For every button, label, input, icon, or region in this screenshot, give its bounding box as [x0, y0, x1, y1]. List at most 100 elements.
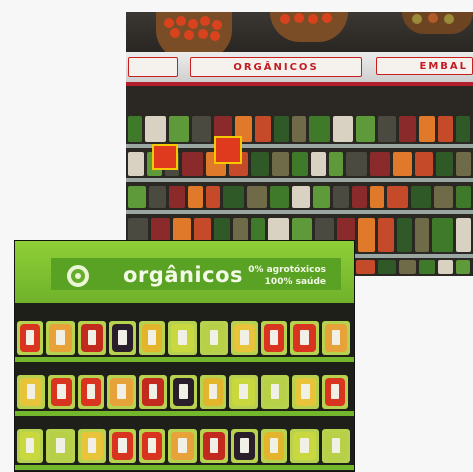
produce-tray [46, 429, 75, 463]
produce-tray [322, 429, 350, 463]
product-label [87, 383, 95, 399]
produce-package [128, 152, 144, 176]
produce-package [393, 152, 412, 176]
product-label [331, 329, 341, 345]
shelf-edge [126, 144, 473, 148]
product-label [56, 437, 65, 453]
product-label [300, 437, 309, 453]
produce-package [313, 186, 330, 208]
produce-package [456, 152, 471, 176]
product-label [57, 383, 66, 399]
produce-package [456, 186, 471, 208]
produce-tray [290, 321, 319, 355]
produce-package [356, 116, 375, 142]
produce-package [128, 116, 142, 142]
product-label [331, 437, 341, 453]
organics-header: orgânicos 0% agrotóxicos 100% saúde [15, 241, 354, 303]
produce-tray [231, 429, 258, 463]
produce-package [436, 152, 453, 176]
produce-package [329, 152, 343, 176]
produce-package [272, 152, 289, 176]
produce-package [358, 218, 375, 252]
produce-tray [109, 321, 136, 355]
produce-package [251, 152, 269, 176]
produce-package [456, 260, 470, 274]
produce-tray [170, 375, 197, 409]
product-label [209, 383, 217, 399]
product-label [240, 329, 249, 345]
product-label [209, 329, 219, 345]
produce-tray [168, 321, 197, 355]
produce-tray [46, 321, 75, 355]
produce-package [333, 116, 353, 142]
produce-package [399, 260, 416, 274]
sign-panel-left [128, 57, 178, 77]
product-label [178, 329, 187, 345]
produce-package [419, 260, 435, 274]
produce-package [411, 186, 431, 208]
product-label [179, 383, 188, 399]
product-label [270, 437, 278, 453]
produce-package [192, 116, 211, 142]
produce-package [456, 116, 470, 142]
produce-tray [231, 321, 258, 355]
product-label [240, 437, 249, 453]
organics-claim: 0% agrotóxicos 100% saúde [248, 264, 326, 288]
produce-package [378, 218, 394, 252]
produce-package [399, 116, 416, 142]
produce-package [438, 260, 453, 274]
produce-package [438, 116, 453, 142]
shelf-edge [126, 178, 473, 182]
product-label [300, 329, 309, 345]
produce-package [206, 186, 220, 208]
produce-tray [48, 375, 75, 409]
product-label [148, 383, 158, 399]
product-label [26, 437, 34, 453]
produce-tray [78, 321, 106, 355]
product-label [118, 437, 127, 453]
produce-tray [139, 429, 165, 463]
produce-package [370, 186, 384, 208]
produce-package [456, 218, 471, 252]
produce-package [182, 152, 203, 176]
produce-package [346, 152, 367, 176]
produce-package [247, 186, 267, 208]
produce-package [145, 116, 166, 142]
produce-package [149, 186, 166, 208]
claim-pesticides: 0% agrotóxicos [248, 265, 326, 275]
produce-tray [139, 375, 167, 409]
produce-package [270, 186, 289, 208]
produce-tray [78, 375, 104, 409]
produce-package [255, 116, 271, 142]
produce-package [419, 116, 435, 142]
produce-tray [78, 429, 106, 463]
produce-package [169, 116, 189, 142]
product-label [148, 437, 156, 453]
shelf-edge [15, 465, 354, 470]
produce-package [274, 116, 289, 142]
produce-package [188, 186, 203, 208]
embal-sign: EMBAL [376, 57, 473, 75]
produce-tray [109, 429, 136, 463]
produce-basket-right [402, 12, 473, 34]
produce-package [415, 218, 429, 252]
bottom-supermarket-photo: orgânicos 0% agrotóxicos 100% saúde [14, 240, 355, 472]
organicos-sign: ORGÂNICOS [190, 57, 362, 77]
bottom-shelving-unit [15, 303, 354, 471]
produce-tray [292, 375, 319, 409]
produce-tray [322, 321, 350, 355]
shelf-edge [15, 411, 354, 416]
product-label [26, 383, 36, 399]
produce-package [309, 116, 330, 142]
product-label [270, 383, 280, 399]
produce-tray [322, 375, 348, 409]
product-label [239, 383, 248, 399]
produce-package [292, 186, 310, 208]
produce-package [169, 186, 185, 208]
organics-title: orgânicos [123, 263, 244, 287]
produce-package [378, 116, 396, 142]
product-label [56, 329, 65, 345]
price-tag [152, 144, 178, 170]
produce-package [128, 186, 146, 208]
produce-package [223, 186, 244, 208]
